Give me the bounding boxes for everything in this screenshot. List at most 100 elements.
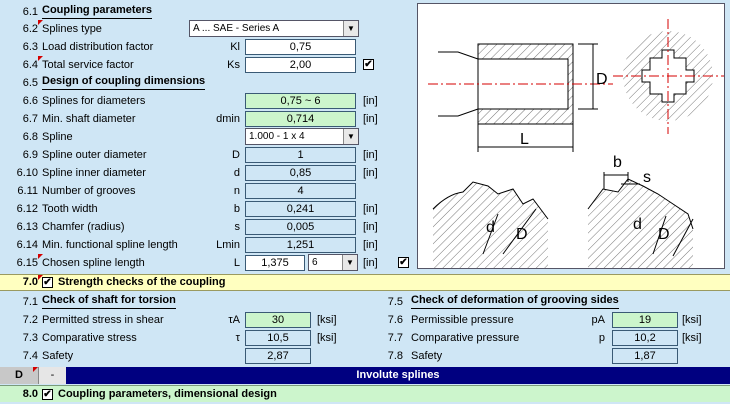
permitted-stress-input[interactable]: 30 — [245, 312, 311, 328]
label-L: L — [520, 131, 529, 148]
unit: [in] — [363, 239, 378, 251]
select-value: A ... SAE - Series A — [193, 23, 280, 34]
row-number: 6.8 — [22, 131, 38, 143]
row-label: Min. shaft diameter — [42, 113, 136, 125]
label-d-left: d — [486, 219, 495, 236]
unit: [ksi] — [317, 332, 337, 344]
unit: [ksi] — [682, 332, 702, 344]
label-D: D — [596, 71, 608, 88]
row-label: Spline inner diameter — [42, 167, 146, 179]
row-label: Chosen spline length — [42, 257, 145, 269]
row-number: 7.2 — [22, 314, 38, 326]
row-number: 7.4 — [22, 350, 38, 362]
tooth-width-value: 0,241 — [245, 201, 356, 217]
row-number: 6.4 — [22, 59, 38, 71]
symbol: n — [233, 185, 240, 197]
outer-diameter-value: 1 — [245, 147, 356, 163]
section-header-torsion: 7.1 Check of shaft for torsion — [0, 293, 380, 311]
chosen-length-select[interactable]: 6 ▼ — [308, 254, 358, 271]
strength-checks-checkbox[interactable]: ✔ — [42, 277, 53, 288]
select-value: 6 — [312, 257, 318, 268]
label-d-right: d — [633, 216, 642, 233]
row-number: 6.7 — [22, 113, 38, 125]
service-factor-input[interactable]: 2,00 — [245, 57, 356, 73]
row-comparative-stress: 7.3 Comparative stress τ 10,5 [ksi] — [0, 329, 380, 347]
unit: [in] — [363, 113, 378, 125]
comparative-stress-value: 10,5 — [245, 330, 311, 346]
row-label: Spline — [42, 131, 73, 143]
row-label: Comparative stress — [42, 332, 137, 344]
unit: [in] — [363, 221, 378, 233]
drawing-panel: L D d D b s d D — [417, 3, 725, 269]
chevron-down-icon[interactable]: ▼ — [343, 129, 358, 144]
inner-diameter-value: 0,85 — [245, 165, 356, 181]
row-label: Chamfer (radius) — [42, 221, 125, 233]
row-number: 6.3 — [22, 41, 38, 53]
row-number: 7.6 — [387, 314, 403, 326]
unit: [in] — [363, 149, 378, 161]
row-label: Permissible pressure — [411, 314, 514, 326]
section-bar-involute-splines: D - Involute splines — [0, 367, 730, 384]
chosen-length-checkbox[interactable]: ✔ — [398, 257, 409, 268]
row-label: Spline outer diameter — [42, 149, 147, 161]
row-number: 6.11 — [17, 185, 38, 197]
row-number: 6.6 — [22, 95, 38, 107]
band-title: Coupling parameters, dimensional design — [58, 388, 277, 400]
row-number: 6.2 — [22, 23, 38, 35]
row-grooves: 6.11 Number of grooves n 4 — [0, 182, 412, 200]
row-splines-type: 6.2 Splines type A ... SAE - Series A ▼ — [0, 20, 412, 38]
min-shaft-diameter-value: 0,714 — [245, 111, 356, 127]
row-label: Splines type — [42, 23, 102, 35]
section-title: Design of coupling dimensions — [42, 74, 206, 90]
row-number: 7.5 — [387, 296, 403, 308]
row-service-factor: 6.4 Total service factor Ks 2,00 ✔ — [0, 56, 412, 74]
row-inner-diameter: 6.10 Spline inner diameter d 0,85 [in] — [0, 164, 412, 182]
spline-select[interactable]: 1.000 - 1 x 4 ▼ — [245, 128, 359, 145]
row-number: 6.10 — [16, 167, 38, 179]
symbol: D — [232, 149, 240, 161]
row-min-length: 6.14 Min. functional spline length Lmin … — [0, 236, 412, 254]
row-number: 7.1 — [22, 296, 38, 308]
unit: [in] — [363, 95, 378, 107]
label-b: b — [613, 154, 622, 171]
coupling-design-checkbox[interactable]: ✔ — [42, 389, 53, 400]
symbol: Ks — [227, 59, 240, 71]
row-label: Total service factor — [42, 59, 134, 71]
section-title: Coupling parameters — [42, 3, 153, 19]
row-number: 6.5 — [22, 77, 38, 89]
min-length-value: 1,251 — [245, 237, 356, 253]
splines-for-diameters-value: 0,75 ~ 6 — [245, 93, 356, 109]
chosen-length-input[interactable]: 1,375 — [245, 255, 305, 271]
label-D-right: D — [658, 226, 670, 243]
unit: [ksi] — [317, 314, 337, 326]
chamfer-value: 0,005 — [245, 219, 356, 235]
chevron-down-icon[interactable]: ▼ — [342, 255, 357, 270]
row-splines-for-diameters: 6.6 Splines for diameters 0,75 ~ 6 [in] — [0, 92, 412, 110]
splines-type-select[interactable]: A ... SAE - Series A ▼ — [189, 20, 359, 37]
chevron-down-icon[interactable]: ▼ — [343, 21, 358, 36]
section-band-coupling-design: 8.0 ✔ Coupling parameters, dimensional d… — [0, 385, 730, 402]
row-outer-diameter: 6.9 Spline outer diameter D 1 [in] — [0, 146, 412, 164]
safety-deformation-value: 1,87 — [612, 348, 678, 364]
row-label: Load distribution factor — [42, 41, 154, 53]
unit: [in] — [363, 257, 378, 269]
symbol: b — [233, 203, 240, 215]
unit: [in] — [363, 167, 378, 179]
collapse-button[interactable]: - — [38, 367, 66, 384]
permissible-pressure-input[interactable]: 19 — [612, 312, 678, 328]
symbol: τ — [235, 332, 240, 344]
symbol: s — [234, 221, 241, 233]
row-label: Number of grooves — [42, 185, 136, 197]
row-permissible-pressure: 7.6 Permissible pressure pA 19 [ksi] — [370, 311, 730, 329]
symbol: pA — [591, 314, 605, 326]
row-label: Min. functional spline length — [42, 239, 178, 251]
row-number: 6.9 — [22, 149, 38, 161]
row-number: 7.7 — [387, 332, 403, 344]
load-factor-input[interactable]: 0,75 — [245, 39, 356, 55]
unit: [in] — [363, 203, 378, 215]
bar-title: Involute splines — [356, 369, 440, 381]
row-label: Safety — [411, 350, 443, 362]
service-factor-checkbox[interactable]: ✔ — [363, 59, 374, 70]
section-header-deformation: 7.5 Check of deformation of grooving sid… — [370, 293, 730, 311]
band-title: Strength checks of the coupling — [58, 276, 226, 288]
